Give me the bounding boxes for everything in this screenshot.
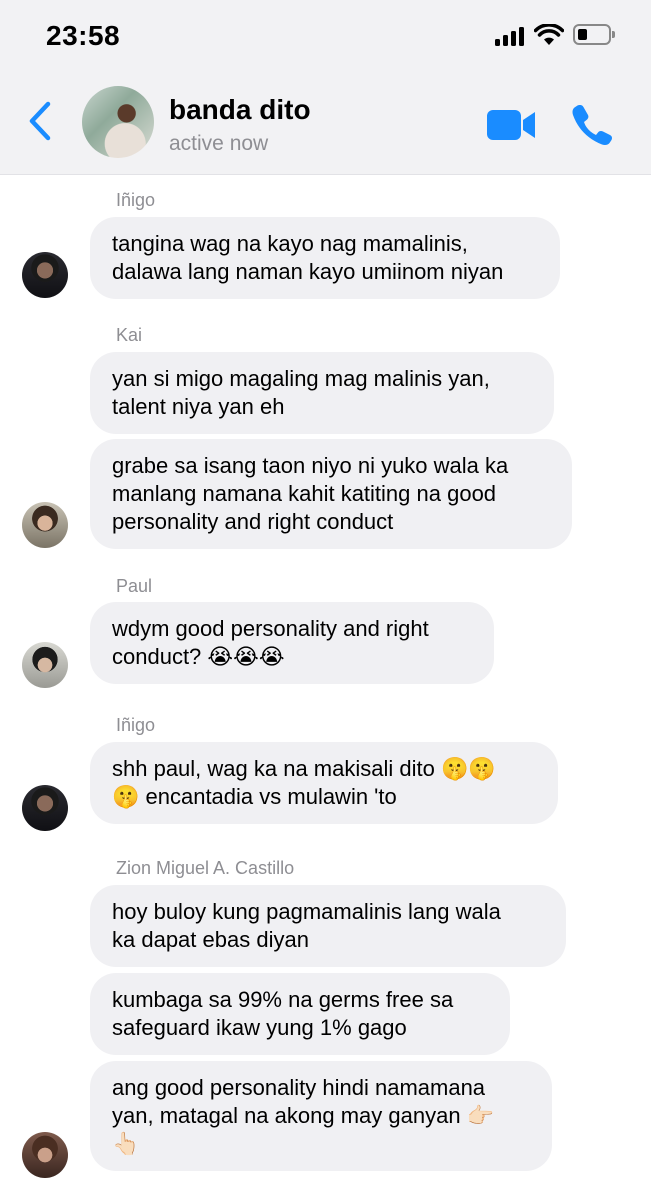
message-bubble[interactable]: grabe sa isang taon niyo ni yuko wala ka… [90, 439, 572, 549]
status-time: 23:58 [46, 20, 121, 51]
wifi-icon [534, 24, 564, 45]
avatar[interactable] [22, 642, 68, 688]
message-bubble[interactable]: hoy buloy kung pagmamalinis lang wala ka… [90, 885, 566, 967]
chat-header: banda dito active now [0, 74, 651, 175]
sender-name: Kai [116, 325, 143, 345]
message-bubble[interactable]: ang good personality hindi namamana yan,… [90, 1061, 552, 1171]
message-bubble[interactable]: wdym good personality and right conduct?… [90, 602, 494, 684]
avatar[interactable] [22, 502, 68, 548]
chat-title[interactable]: banda dito [169, 94, 311, 126]
message-bubble[interactable]: yan si migo magaling mag malinis yan, ta… [90, 352, 554, 434]
battery-icon [573, 24, 615, 45]
cellular-signal-icon [495, 26, 527, 46]
back-chevron-icon[interactable] [24, 98, 56, 144]
avatar[interactable] [22, 785, 68, 831]
sender-name: Iñigo [116, 715, 156, 735]
sender-name: Paul [116, 576, 153, 596]
avatar[interactable] [22, 252, 68, 298]
avatar[interactable] [22, 1132, 68, 1178]
phone-call-icon[interactable] [570, 102, 614, 146]
video-call-icon[interactable] [486, 107, 536, 143]
sender-name: Iñigo [116, 190, 156, 210]
message-bubble[interactable]: kumbaga sa 99% na germs free sa safeguar… [90, 973, 510, 1055]
group-avatar[interactable] [82, 86, 154, 158]
sender-name: Zion Miguel A. Castillo [116, 858, 295, 878]
status-bar: 23:58 [0, 0, 651, 74]
message-bubble[interactable]: shh paul, wag ka na makisali dito 🤫🤫 🤫 e… [90, 742, 558, 824]
active-status: active now [169, 132, 269, 155]
message-bubble[interactable]: tangina wag na kayo nag mamalinis, dalaw… [90, 217, 560, 299]
